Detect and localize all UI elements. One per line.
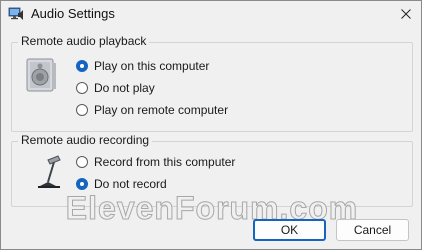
radio-button[interactable] — [76, 82, 88, 94]
radio-label: Record from this computer — [94, 155, 236, 169]
audio-settings-dialog: Audio Settings Remote audio playback Pla… — [0, 0, 422, 250]
remote-audio-recording-title: Remote audio recording — [18, 133, 153, 147]
radio-record-from-this-computer[interactable]: Record from this computer — [76, 153, 235, 171]
close-button[interactable] — [391, 1, 421, 27]
radio-play-on-this-computer[interactable]: Play on this computer — [76, 57, 209, 75]
radio-button[interactable] — [76, 104, 88, 116]
title-bar[interactable]: Audio Settings — [1, 1, 421, 27]
radio-do-not-play[interactable]: Do not play — [76, 79, 155, 97]
radio-button-checked[interactable] — [76, 60, 88, 72]
audio-settings-app-icon — [8, 7, 23, 20]
radio-label: Play on remote computer — [94, 103, 229, 117]
window-title: Audio Settings — [31, 6, 115, 21]
radio-label: Play on this computer — [94, 59, 210, 73]
radio-play-on-remote-computer[interactable]: Play on remote computer — [76, 101, 228, 119]
radio-button[interactable] — [76, 156, 88, 168]
speaker-icon — [26, 58, 56, 92]
microphone-icon — [38, 155, 61, 188]
radio-label: Do not play — [94, 81, 155, 95]
close-icon — [401, 9, 411, 19]
cancel-button[interactable]: Cancel — [336, 219, 409, 241]
radio-label: Do not record — [94, 177, 167, 191]
remote-audio-playback-group: Remote audio playback Play on this compu… — [11, 34, 413, 132]
ok-button[interactable]: OK — [253, 219, 326, 241]
remote-audio-playback-title: Remote audio playback — [18, 34, 150, 48]
radio-button-checked[interactable] — [76, 178, 88, 190]
